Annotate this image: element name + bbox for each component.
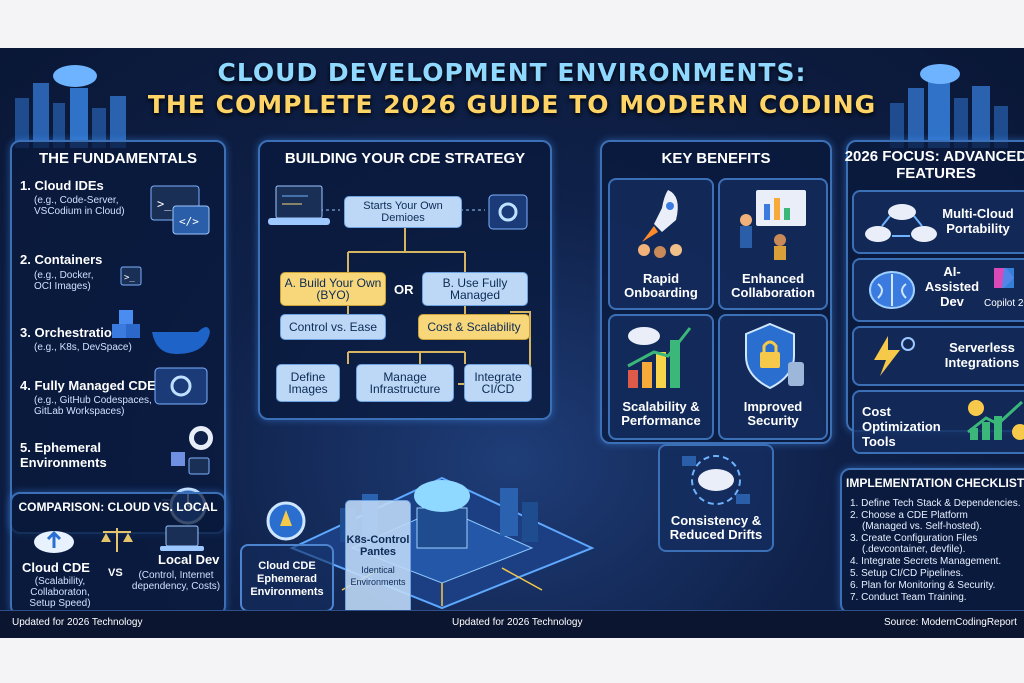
checklist-item-4: 4. Integrate Secrets Management. xyxy=(850,556,1002,567)
growth-chart-icon xyxy=(627,327,692,388)
infographic-poster: CLOUD DEVELOPMENT ENVIRONMENTS: THE COMP… xyxy=(0,48,1024,638)
fundamentals-detail-1: (e.g., Code-Server, VSCodium in Cloud) xyxy=(34,195,125,217)
fundamentals-item-3: 3. Orchestration xyxy=(20,325,120,340)
focus-cost-label: Cost Optimization Tools xyxy=(862,404,941,449)
fundamentals-heading: THE FUNDAMENTALS xyxy=(38,150,198,167)
terminal-icon: >_ xyxy=(120,266,142,286)
comparison-heading: COMPARISON: CLOUD VS. LOCAL xyxy=(18,500,218,514)
vs-label: VS xyxy=(108,567,123,579)
k8s-control-sub: Identical Environments xyxy=(350,565,406,587)
checklist-item-3: 3. Create Configuration Files xyxy=(850,533,978,544)
ephemeral-label: Cloud CDE Ephemerad Environments xyxy=(250,560,324,598)
fundamentals-item-4: 4. Fully Managed CDEs xyxy=(20,378,164,393)
title-line-1: CLOUD DEVELOPMENT ENVIRONMENTS: xyxy=(217,58,807,87)
option-b-box: B. Use Fully Managed xyxy=(422,272,528,306)
github-managed-icon xyxy=(171,426,213,475)
local-dev-detail: (Control, Internet dependency, Costs) xyxy=(131,570,221,592)
focus-panel: 2026 FOCUS: ADVANCED FEATURES Multi-Clou… xyxy=(845,140,1024,454)
benefit-card-collaboration: Enhanced Collaboration xyxy=(718,178,828,310)
svg-text:</>: </> xyxy=(179,215,199,228)
gear-settings-icon xyxy=(488,194,528,230)
checklist-item-6: 6. Plan for Monitoring & Security. xyxy=(850,580,996,591)
k8s-control-box: K8s-Control Pantes Identical Environment… xyxy=(345,500,411,622)
rocket-icon xyxy=(638,190,682,258)
focus-card-cost: Cost Optimization Tools xyxy=(852,390,1024,454)
step-define-images: Define Images xyxy=(276,364,340,402)
step-manage-infrastructure: Manage Infrastructure xyxy=(356,364,454,402)
ephemeral-card: Cloud CDE Ephemerad Environments xyxy=(240,544,334,612)
benefits-panel: KEY BENEFITS Rapid Onboarding Enhanced C… xyxy=(600,140,832,444)
local-dev-label: Local Dev xyxy=(158,552,220,567)
footer-right: Source: ModernCodingReport xyxy=(884,617,1017,628)
code-editor-icon: >_ </> xyxy=(150,185,210,235)
fundamentals-item-5: 5. Ephemeral Environments xyxy=(20,440,107,470)
fundamentals-detail-4: (e.g., GitHub Codespaces, GitLab Workspa… xyxy=(34,395,152,417)
fundamentals-item-2: 2. Containers xyxy=(20,252,103,267)
scale-icon xyxy=(101,528,133,552)
start-box: Starts Your Own Demioes xyxy=(344,196,462,228)
copilot-logo-icon xyxy=(994,268,1014,288)
focus-card-multicloud: Multi-Cloud Portability xyxy=(852,190,1024,254)
cloud-cde-label: Cloud CDE xyxy=(22,560,90,575)
cloud-cde-detail: (Scalability, Collaboraton, Setup Speed) xyxy=(29,576,91,609)
benefit-collaboration-label: Enhanced Collaboration xyxy=(731,271,815,300)
checklist-item-3-detail: (.devcontainer, devfile). xyxy=(862,544,966,555)
or-label: OR xyxy=(394,282,414,297)
sync-cloud-icon xyxy=(682,455,750,505)
fundamentals-panel: THE FUNDAMENTALS 1. Cloud IDEs (e.g., Co… xyxy=(10,140,226,534)
svg-text:>_: >_ xyxy=(124,273,135,283)
focus-heading: 2026 FOCUS: ADVANCED FEATURES xyxy=(844,148,1024,182)
shield-lock-icon xyxy=(745,322,804,390)
laptop-icon xyxy=(160,525,204,551)
svg-text:>_: >_ xyxy=(157,197,172,211)
focus-multicloud-label: Multi-Cloud Portability xyxy=(942,206,1014,236)
benefit-card-onboarding: Rapid Onboarding xyxy=(608,178,714,310)
step-integrate-cicd: Integrate CI/CD xyxy=(464,364,532,402)
strategy-panel: BUILDING YOUR CDE STRATEGY Starts Your O… xyxy=(258,140,552,420)
multi-cloud-icon xyxy=(865,204,937,242)
title-line-2: THE COMPLETE 2026 GUIDE TO MODERN CODING xyxy=(147,90,877,119)
benefit-security-label: Improved Security xyxy=(743,399,803,428)
footer-left: Updated for 2026 Technology xyxy=(12,617,143,628)
fundamentals-item-1: 1. Cloud IDEs xyxy=(20,178,104,193)
laptop-code-icon xyxy=(268,185,330,225)
cloud-city-left-icon xyxy=(15,65,126,148)
presentation-board-icon xyxy=(740,190,806,260)
comparison-panel: COMPARISON: CLOUD VS. LOCAL Cloud CDE (S… xyxy=(10,492,226,616)
lightning-gear-icon xyxy=(874,336,915,376)
cost-chart-icon xyxy=(967,400,1024,440)
benefit-onboarding-label: Rapid Onboarding xyxy=(624,271,698,300)
option-a-box: A. Build Your Own (BYO) xyxy=(280,272,386,306)
checklist-item-1: 1. Define Tech Stack & Dependencies. xyxy=(850,498,1021,509)
focus-card-serverless: Serverless Integrations xyxy=(852,326,1024,386)
tradeoff-a-box: Control vs. Ease xyxy=(280,314,386,340)
focus-serverless-label: Serverless Integrations xyxy=(944,340,1020,370)
checklist-heading: IMPLEMENTATION CHECKLIST xyxy=(846,476,1024,490)
consistency-card: Consistency & Reduced Drifts xyxy=(658,444,774,552)
kubernetes-gear-icon xyxy=(266,501,306,541)
cloud-city-right-icon xyxy=(890,64,1008,148)
checklist-item-2-detail: (Managed vs. Self-hosted). xyxy=(862,521,983,532)
benefit-card-security: Improved Security xyxy=(718,314,828,440)
orchestration-gear-icon xyxy=(154,367,208,405)
cloud-upload-icon xyxy=(34,530,74,553)
ai-brain-icon xyxy=(869,271,915,309)
focus-card-ai: AI-Assisted Dev Copilot 2026 xyxy=(852,258,1024,322)
k8s-control-label: K8s-Control Pantes xyxy=(346,534,410,558)
copilot-label: Copilot 2026 xyxy=(984,298,1024,309)
benefits-heading: KEY BENEFITS xyxy=(661,150,771,167)
checklist-item-7: 7. Conduct Team Training. xyxy=(850,592,967,603)
focus-ai-label: AI-Assisted Dev xyxy=(924,264,980,309)
docker-whale-icon xyxy=(112,310,210,354)
fundamentals-detail-2: (e.g., Docker, OCI Images) xyxy=(34,270,94,292)
checklist-item-5: 5. Setup CI/CD Pipelines. xyxy=(850,568,964,579)
tradeoff-b-box: Cost & Scalability xyxy=(418,314,530,340)
footer-center: Updated for 2026 Technology xyxy=(452,617,583,628)
consistency-label: Consistency & Reduced Drifts xyxy=(669,513,763,542)
checklist-item-2: 2. Choose a CDE Platform xyxy=(850,510,968,521)
